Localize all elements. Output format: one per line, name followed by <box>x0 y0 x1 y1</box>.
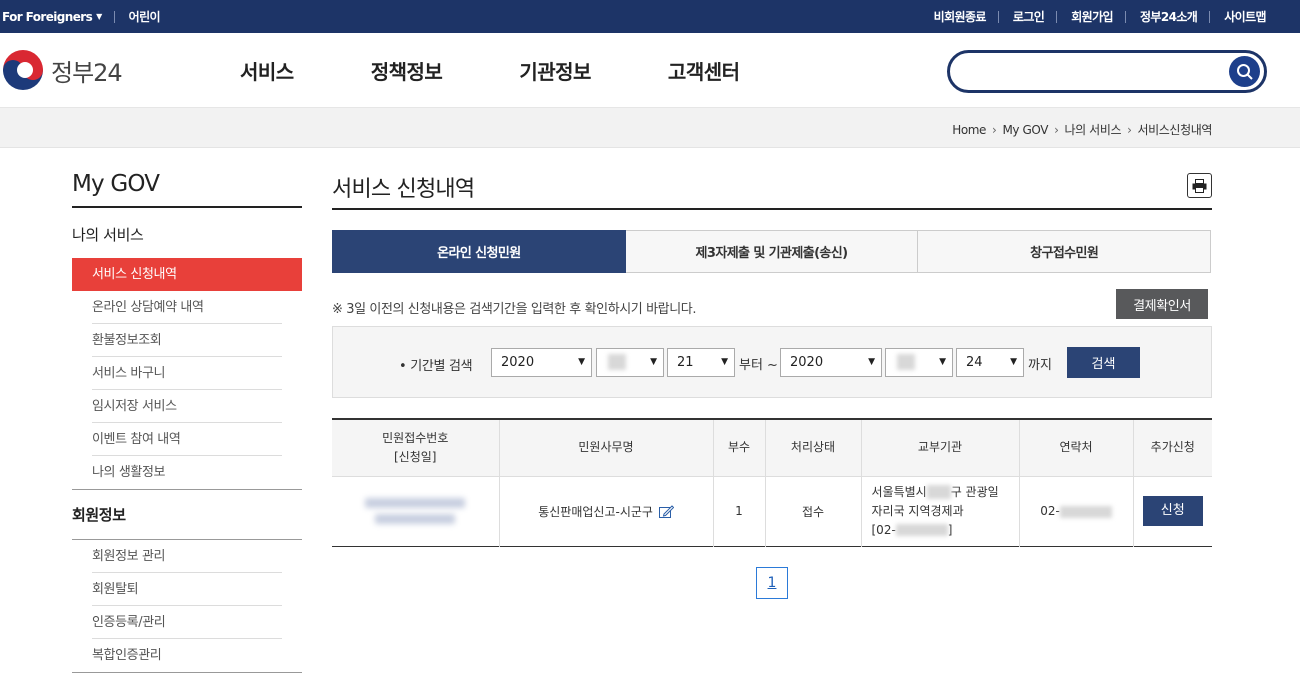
search-button[interactable] <box>1229 56 1260 87</box>
chevron-right-icon: › <box>992 122 997 137</box>
breadcrumb-mygov[interactable]: My GOV <box>1002 123 1048 137</box>
period-search-box: • 기간별 검색 2020 ▼ ▼ 21 ▼ 부터 ~ 2020 ▼ ▼ 24 ▼ 까지… <box>332 326 1212 398</box>
logo[interactable]: 정부24 <box>3 50 238 90</box>
page-title: 서비스 신청내역 <box>332 177 475 202</box>
col-apply-date-label: [신청일] <box>394 449 437 464</box>
about-link[interactable]: 정부24소개 <box>1140 8 1198 25</box>
chevron-right-icon: › <box>1054 122 1059 137</box>
chevron-down-icon: ▼ <box>939 357 946 367</box>
contact-cell: 02- <box>1018 476 1134 546</box>
edit-icon[interactable] <box>658 504 674 518</box>
service-name-link[interactable]: 통신판매업신고-시군구 <box>538 505 653 519</box>
for-foreigners-dropdown[interactable]: For Foreigners ▼ <box>2 10 102 24</box>
sidebar-item-life-info[interactable]: 나의 생활정보 <box>72 456 302 489</box>
status-cell: 접수 <box>764 476 862 546</box>
signup-link[interactable]: 회원가입 <box>1071 8 1113 25</box>
apply-cell: 신청 <box>1132 476 1212 546</box>
sidebar-item-withdraw[interactable]: 회원탈퇴 <box>72 573 302 606</box>
copies-cell: 1 <box>712 476 766 546</box>
col-status: 처리상태 <box>764 419 862 477</box>
breadcrumb: Home › My GOV › 나의 서비스 › 서비스신청내역 <box>952 121 1212 138</box>
sidebar-section-my-service: 나의 서비스 <box>72 226 144 244</box>
breadcrumb-my-service[interactable]: 나의 서비스 <box>1064 121 1121 138</box>
sidebar-item-service-history[interactable]: 서비스 신청내역 <box>72 258 302 291</box>
main-nav: 서비스 정책정보 기관정보 고객센터 <box>240 56 817 85</box>
sidebar: My GOV 나의 서비스 서비스 신청내역 온라인 상담예약 내역 환불정보조… <box>72 171 302 673</box>
tab-counter[interactable]: 창구접수민원 <box>918 230 1212 273</box>
sidebar-title: My GOV <box>72 171 302 208</box>
kids-link[interactable]: 어린이 <box>129 8 161 25</box>
sidebar-menu-my-service: 서비스 신청내역 온라인 상담예약 내역 환불정보조회 서비스 바구니 임시저장… <box>72 258 302 489</box>
to-month-select[interactable]: ▼ <box>885 348 953 377</box>
col-contact: 연락처 <box>1018 419 1134 477</box>
additional-apply-button[interactable]: 신청 <box>1142 496 1203 526</box>
breadcrumb-band: Home › My GOV › 나의 서비스 › 서비스신청내역 <box>0 108 1300 148</box>
to-day-select[interactable]: 24 ▼ <box>956 348 1024 377</box>
payment-confirm-button[interactable]: 결제확인서 <box>1116 289 1208 319</box>
table-header-row: 민원접수번호 [신청일] 민원사무명 부수 처리상태 교부기관 연락처 추가신청 <box>332 419 1212 477</box>
nav-agency[interactable]: 기관정보 <box>519 56 591 85</box>
taegeuk-emblem-icon <box>3 50 43 90</box>
nav-customer-center[interactable]: 고객센터 <box>668 56 740 85</box>
site-header: 정부24 서비스 정책정보 기관정보 고객센터 <box>0 33 1300 108</box>
search-input[interactable] <box>962 59 1222 85</box>
caret-down-icon: ▼ <box>96 12 102 21</box>
period-label: • 기간별 검색 <box>399 359 473 374</box>
agency-cell: 서울특별시 구 관광일 자리국 지역경제과 [02-] <box>860 476 1020 546</box>
chevron-down-icon: ▼ <box>868 357 875 367</box>
guest-logout-link[interactable]: 비회원종료 <box>934 8 987 25</box>
period-search-button[interactable]: 검색 <box>1067 347 1140 378</box>
chevron-down-icon: ▼ <box>721 357 728 367</box>
sidebar-item-refund[interactable]: 환불정보조회 <box>72 324 302 357</box>
tab-online[interactable]: 온라인 신청민원 <box>332 230 626 273</box>
table-row: 통신판매업신고-시군구 1 접수 서울특별시 구 관광일 자리국 지역경제과 [0… <box>332 476 1212 546</box>
chevron-right-icon: › <box>1127 122 1132 137</box>
sitemap-link[interactable]: 사이트맵 <box>1224 8 1266 25</box>
nav-services[interactable]: 서비스 <box>240 56 294 85</box>
print-icon <box>1192 178 1207 193</box>
col-service-name: 민원사무명 <box>498 419 714 477</box>
col-receipt-number-label: 민원접수번호 <box>382 430 449 445</box>
tab-list: 온라인 신청민원 제3자제출 및 기관제출(송신) 창구접수민원 <box>332 230 1212 273</box>
page-1-link[interactable]: 1 <box>756 567 788 599</box>
login-link[interactable]: 로그인 <box>1013 8 1045 25</box>
sidebar-item-member-manage[interactable]: 회원정보 관리 <box>72 540 302 573</box>
sidebar-section-member: 회원정보 <box>72 489 302 539</box>
logo-text: 정부24 <box>51 58 123 87</box>
utility-bar: For Foreigners ▼ 어린이 비회원종료 로그인 회원가입 정부24… <box>0 0 1300 33</box>
sidebar-item-complex-cert[interactable]: 복합인증관리 <box>72 639 302 672</box>
sidebar-item-consult-reservation[interactable]: 온라인 상담예약 내역 <box>72 291 302 324</box>
sidebar-menu-member: 회원정보 관리 회원탈퇴 인증등록/관리 복합인증관리 <box>72 539 302 673</box>
col-agency: 교부기관 <box>860 419 1020 477</box>
chevron-down-icon: ▼ <box>1010 357 1017 367</box>
nav-policy[interactable]: 정책정보 <box>371 56 443 85</box>
sidebar-item-temp-saved[interactable]: 임시저장 서비스 <box>72 390 302 423</box>
notice-text: ※ 3일 이전의 신청내용은 검색기간을 입력한 후 확인하시기 바랍니다. <box>332 302 697 317</box>
col-copies: 부수 <box>712 419 766 477</box>
col-receipt-number: 민원접수번호 [신청일] <box>332 419 500 477</box>
from-year-select[interactable]: 2020 ▼ <box>491 348 592 377</box>
sidebar-item-service-basket[interactable]: 서비스 바구니 <box>72 357 302 390</box>
main-content: 서비스 신청내역 온라인 신청민원 제3자제출 및 기관제출(송신) 창구접수민… <box>332 171 1212 547</box>
chevron-down-icon: ▼ <box>650 357 657 367</box>
from-day-select[interactable]: 21 ▼ <box>667 348 735 377</box>
search-box <box>947 50 1267 93</box>
application-table: 민원접수번호 [신청일] 민원사무명 부수 처리상태 교부기관 연락처 추가신청 … <box>332 418 1212 547</box>
col-additional-apply: 추가신청 <box>1132 419 1212 477</box>
tab-third-party[interactable]: 제3자제출 및 기관제출(송신) <box>625 230 919 273</box>
print-button[interactable] <box>1187 173 1212 198</box>
receipt-number-cell[interactable] <box>332 476 500 546</box>
sidebar-item-event[interactable]: 이벤트 참여 내역 <box>72 423 302 456</box>
from-month-select[interactable]: ▼ <box>596 348 664 377</box>
service-name-cell[interactable]: 통신판매업신고-시군구 <box>498 476 714 546</box>
from-text: 부터 ~ <box>739 358 778 373</box>
sidebar-item-cert[interactable]: 인증등록/관리 <box>72 606 302 639</box>
to-year-select[interactable]: 2020 ▼ <box>780 348 882 377</box>
to-text: 까지 <box>1028 358 1052 373</box>
chevron-down-icon: ▼ <box>578 357 585 367</box>
breadcrumb-current: 서비스신청내역 <box>1137 123 1213 137</box>
for-foreigners-label: For Foreigners <box>2 9 93 24</box>
search-icon <box>1236 63 1253 80</box>
breadcrumb-home[interactable]: Home <box>952 123 986 137</box>
